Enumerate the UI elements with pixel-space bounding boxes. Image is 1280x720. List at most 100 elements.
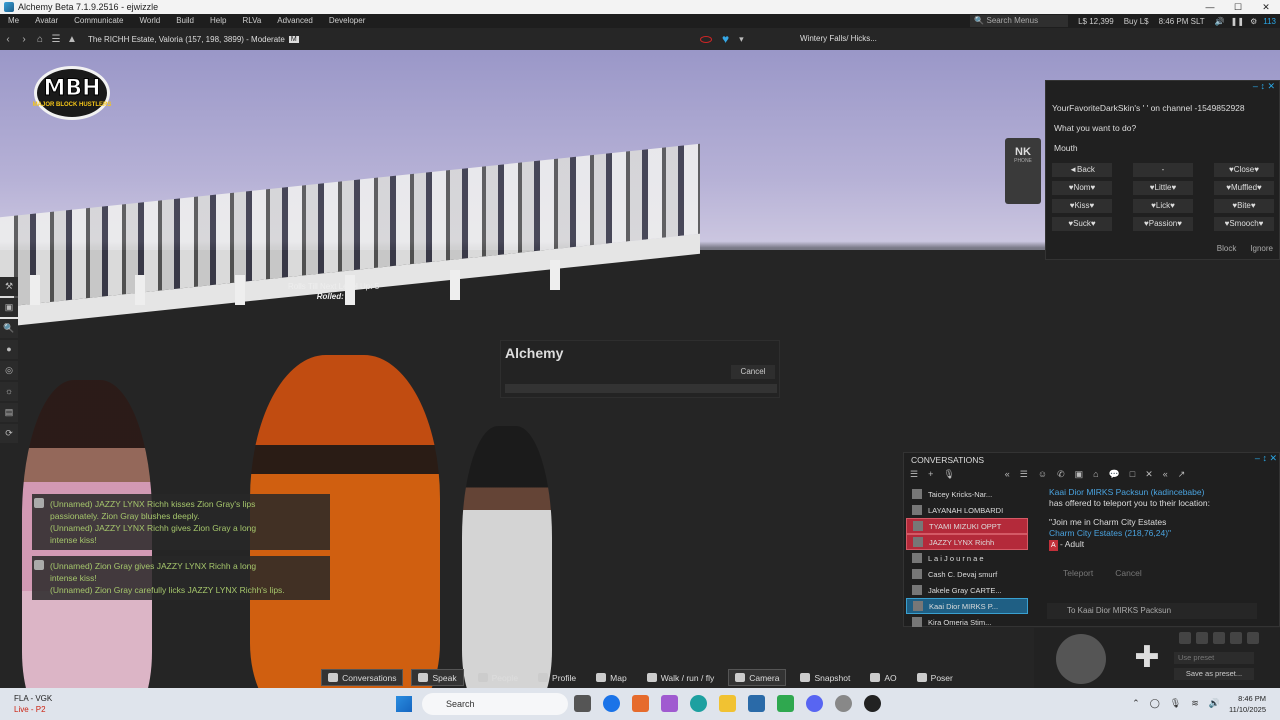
volume-icon[interactable]: 🔊 (1209, 698, 1220, 709)
dialog-kiss-button[interactable]: ♥Kiss♥ (1052, 199, 1112, 213)
call-icon[interactable]: ✆ (1057, 469, 1065, 483)
pause-icon[interactable]: ❚❚ (1231, 17, 1244, 26)
camera-mode-icon[interactable] (1196, 632, 1208, 644)
dialog-nom-button[interactable]: ♥Nom♥ (1052, 181, 1112, 195)
landmarks-icon[interactable]: ☰ (48, 34, 64, 45)
home-icon[interactable]: ⌂ (32, 34, 48, 45)
im-input[interactable]: To Kaai Dior MIRKS Packsun (1047, 603, 1257, 619)
microphone-icon[interactable]: 🎙 (943, 469, 954, 483)
menu-developer[interactable]: Developer (321, 14, 373, 28)
collapse-icon[interactable]: « (1163, 469, 1168, 483)
menu-avatar[interactable]: Avatar (27, 14, 66, 28)
dialog-passion-button[interactable]: ♥Passion♥ (1133, 217, 1193, 231)
message-sender[interactable]: Kaai Dior MIRKS Packsun (kadincebabe) (1049, 487, 1271, 498)
camera-button[interactable]: Camera (728, 669, 787, 686)
camera-mode-icon[interactable] (1213, 632, 1225, 644)
cancel-teleport-button[interactable]: Cancel (1115, 568, 1141, 579)
conversation-item-unread[interactable]: JAZZY LYNX Richh (906, 534, 1028, 550)
location-icon[interactable]: ▲ (64, 34, 80, 45)
refresh-icon[interactable]: ⟳ (0, 424, 18, 443)
poser-button[interactable]: Poser (911, 669, 959, 686)
avatar-right[interactable] (462, 426, 552, 688)
taskbar-clock[interactable]: 8:46 PM 11/10/2025 (1229, 693, 1266, 715)
dialog-suck-button[interactable]: ♥Suck♥ (1052, 217, 1112, 231)
dialog-empty-button[interactable]: - (1133, 163, 1193, 177)
camera-mode-icon[interactable] (1230, 632, 1242, 644)
graphics-icon[interactable]: ▤ (0, 403, 18, 422)
sun-icon[interactable]: ☼ (0, 382, 18, 401)
dock-icon[interactable]: ↕ (1260, 81, 1265, 91)
options-icon[interactable]: ☰ (1020, 469, 1028, 483)
app-icon[interactable] (661, 695, 678, 712)
minimize-icon[interactable]: – (1253, 81, 1258, 91)
conversation-item-selected[interactable]: Kaai Dior MIRKS P... (906, 598, 1028, 614)
snapshot-button[interactable]: Snapshot (794, 669, 856, 686)
microphone-icon[interactable]: 🎙 (1170, 698, 1181, 709)
dialog-bite-button[interactable]: ♥Bite♥ (1214, 199, 1274, 213)
menu-rlva[interactable]: RLVa (234, 14, 269, 28)
dialog-back-button[interactable]: ◄Back (1052, 163, 1112, 177)
alchemy-taskbar-icon[interactable] (748, 695, 765, 712)
places-icon[interactable]: ● (0, 340, 18, 359)
menu-world[interactable]: World (131, 14, 168, 28)
folder-icon[interactable] (719, 695, 736, 712)
back-arrow-icon[interactable]: ‹ (0, 34, 16, 45)
speaker-icon[interactable]: 🔊 (1215, 17, 1225, 26)
ignore-button[interactable]: Ignore (1250, 244, 1273, 253)
conversations-button[interactable]: Conversations (321, 669, 404, 686)
camera-preset-select[interactable]: Use preset (1174, 652, 1254, 664)
sort-icon[interactable]: ☰ (910, 469, 918, 483)
news-widget[interactable]: FLA - VGK Live - P2 (14, 693, 52, 715)
camera-mode-icon[interactable] (1179, 632, 1191, 644)
radar-icon[interactable]: ◎ (0, 361, 18, 380)
windows-start-icon[interactable] (396, 696, 412, 712)
minimize-button[interactable]: — (1196, 0, 1224, 14)
buy-currency-button[interactable]: Buy L$ (1124, 17, 1149, 26)
expand-icon[interactable]: ↗ (1178, 469, 1186, 483)
speak-button[interactable]: Speak (411, 669, 464, 686)
conversation-item[interactable]: Kira Omeria Stim... (906, 614, 1028, 630)
conversation-item[interactable]: Jakele Gray CARTE... (906, 582, 1028, 598)
search-menus-input[interactable]: 🔍 Search Menus (970, 15, 1069, 27)
forward-arrow-icon[interactable]: › (16, 34, 32, 45)
taskbar-search[interactable]: Search (422, 693, 568, 715)
app-icon[interactable] (632, 695, 649, 712)
dock-icon[interactable]: ↕ (1262, 453, 1267, 463)
conversation-item[interactable]: Cash C. Devaj smurf (906, 566, 1028, 582)
profile-icon[interactable]: ▣ (1075, 469, 1084, 483)
wifi-icon[interactable]: ≋ (1191, 698, 1199, 709)
camera-mode-icon[interactable] (1247, 632, 1259, 644)
add-person-icon[interactable]: ☺ (1038, 469, 1047, 483)
inventory-icon[interactable]: ▣ (0, 298, 18, 317)
build-icon[interactable]: ⚒ (0, 277, 18, 296)
ao-button[interactable]: AO (864, 669, 902, 686)
menu-advanced[interactable]: Advanced (269, 14, 321, 28)
close-icon[interactable]: ✕ (1269, 453, 1277, 463)
collapse-icon[interactable]: « (1005, 469, 1010, 483)
menu-build[interactable]: Build (168, 14, 202, 28)
menu-me[interactable]: Me (0, 14, 27, 28)
conversation-item-unread[interactable]: TYAMI MIZUKI OPPT (906, 518, 1028, 534)
alchemy-cancel-button[interactable]: Cancel (731, 365, 775, 379)
network-icon[interactable]: ◯ (1150, 698, 1160, 709)
block-button[interactable]: Block (1217, 244, 1237, 253)
edge-icon[interactable] (690, 695, 707, 712)
teleport-button[interactable]: Teleport (1063, 568, 1093, 579)
conversation-item[interactable]: Taicey Kricks-Nar... (906, 486, 1028, 502)
walk-run-fly-button[interactable]: Walk / run / fly (641, 669, 721, 686)
chevron-up-icon[interactable]: ⌃ (1132, 698, 1140, 709)
menu-help[interactable]: Help (202, 14, 234, 28)
conversation-item[interactable]: L a i J o u r n a e (906, 550, 1028, 566)
browser-icon[interactable] (603, 695, 620, 712)
close-conversation-icon[interactable]: ✕ (1145, 469, 1153, 483)
minimize-icon[interactable]: – (1255, 453, 1260, 463)
add-icon[interactable]: + (928, 469, 933, 483)
settings-icon[interactable]: ⚙ (1250, 17, 1257, 26)
dialog-muffled-button[interactable]: ♥Muffled♥ (1214, 181, 1274, 195)
discord-icon[interactable] (806, 695, 823, 712)
nk-phone-hud[interactable]: NK PHONE (1005, 138, 1041, 204)
pay-icon[interactable]: □ (1130, 469, 1135, 483)
app-icon[interactable] (777, 695, 794, 712)
menu-communicate[interactable]: Communicate (66, 14, 131, 28)
maximize-button[interactable]: ☐ (1224, 0, 1252, 14)
